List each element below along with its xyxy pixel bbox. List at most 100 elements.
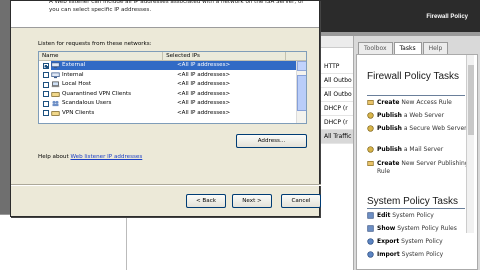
task-create-access-rule[interactable]: Create New Access Rule [367, 99, 471, 107]
network-name: Scandalous Users [62, 100, 112, 107]
networks-list-scrollbar-thumb[interactable] [297, 75, 306, 111]
task-verb: Publish [377, 112, 402, 119]
console-header: Firewall Policy [318, 0, 480, 36]
networks-list[interactable]: Name Selected IPs External <All IP addre… [38, 51, 307, 124]
wizard-header: A Web listener can include all IP addres… [11, 0, 319, 28]
export-icon [367, 238, 374, 245]
rules-column-header[interactable] [318, 36, 353, 48]
task-label: System Policy [401, 238, 443, 245]
help-link[interactable]: Web listener IP addresses [70, 154, 142, 160]
network-checkbox[interactable] [43, 72, 49, 79]
networks-list-label: Listen for requests from these networks: [38, 41, 152, 47]
task-label: System Policy Rules [397, 225, 457, 232]
task-publish-mail-server[interactable]: Publish a Mail Server [367, 146, 471, 154]
network-ips: <All IP addresses> [177, 81, 231, 88]
network-name: VPN Clients [62, 109, 95, 116]
network-name: External [62, 62, 86, 69]
task-import-system-policy[interactable]: Import System Policy [367, 251, 471, 259]
rule-row[interactable]: All Outbo [318, 88, 353, 102]
network-row-external[interactable]: External <All IP addresses> [39, 61, 306, 71]
network-ips: <All IP addresses> [177, 71, 231, 78]
task-export-system-policy[interactable]: Export System Policy [367, 238, 471, 246]
rule-icon [367, 161, 374, 166]
console-details-pane [126, 214, 318, 270]
tab-toolbox[interactable]: Toolbox [358, 42, 393, 54]
tasks-panel: Firewall Policy Tasks Create New Access … [356, 54, 478, 270]
column-header-blank [286, 52, 306, 60]
back-button[interactable]: < Back [186, 194, 226, 208]
task-label: a Mail Server [403, 146, 444, 153]
server-icon [367, 125, 374, 132]
network-row-local-host[interactable]: Local Host <All IP addresses> [39, 80, 306, 90]
network-row-vpn-clients[interactable]: VPN Clients <All IP addresses> [39, 109, 306, 119]
task-publish-secure-web-server[interactable]: Publish a Secure Web Server [367, 125, 471, 133]
users-icon [52, 101, 59, 107]
task-publish-web-server[interactable]: Publish a Web Server [367, 112, 471, 120]
task-label: New Access Rule [401, 99, 452, 106]
network-name: Internal [62, 71, 84, 78]
next-button[interactable]: Next > [232, 194, 272, 208]
show-icon [367, 225, 374, 232]
firewall-tasks-title: Firewall Policy Tasks [367, 71, 460, 82]
dialog-separator [11, 184, 321, 186]
rule-row[interactable]: All Traffic [318, 130, 353, 144]
network-ips: <All IP addresses> [177, 109, 231, 116]
task-verb: Publish [377, 125, 402, 132]
tasks-scrollbar[interactable] [466, 55, 474, 233]
task-verb: Show [377, 225, 396, 232]
import-icon [367, 251, 374, 258]
task-verb: Create [377, 160, 400, 167]
task-label: a Web Server [403, 112, 445, 119]
task-edit-system-policy[interactable]: Edit System Policy [367, 212, 471, 220]
wizard-description: A Web listener can include all IP addres… [49, 0, 304, 13]
network-name: Quarantined VPN Clients [62, 90, 131, 97]
rule-row[interactable]: DHCP (r [318, 116, 353, 130]
network-checkbox[interactable] [43, 100, 49, 107]
network-row-quarantined-vpn[interactable]: Quarantined VPN Clients <All IP addresse… [39, 90, 306, 100]
network-ips: <All IP addresses> [177, 62, 231, 69]
web-listener-wizard-dialog: A Web listener can include all IP addres… [10, 0, 321, 217]
console-tree-pane [0, 214, 126, 270]
networks-list-header: Name Selected IPs [39, 52, 306, 61]
network-checkbox[interactable] [43, 81, 49, 88]
rule-icon [367, 100, 374, 105]
task-verb: Export [377, 238, 400, 245]
task-create-server-publishing-rule[interactable]: Create New Server Publishing Rule [367, 160, 471, 176]
tab-help[interactable]: Help [422, 42, 449, 54]
cancel-button[interactable]: Cancel [281, 194, 321, 208]
scroll-up-arrow-icon[interactable] [297, 61, 306, 71]
column-header-selected-ips[interactable]: Selected IPs [163, 52, 287, 60]
task-show-system-policy-rules[interactable]: Show System Policy Rules [367, 225, 471, 233]
network-checkbox[interactable] [43, 62, 49, 69]
tasks-scrollbar-thumb[interactable] [468, 65, 474, 135]
task-label: System Policy [401, 251, 444, 258]
network-icon [51, 72, 60, 78]
network-row-scandalous-users[interactable]: Scandalous Users <All IP addresses> [39, 99, 306, 109]
task-verb: Edit [377, 212, 391, 219]
task-verb: Publish [377, 146, 402, 153]
network-ips: <All IP addresses> [177, 100, 231, 107]
network-checkbox[interactable] [43, 110, 49, 117]
column-header-name[interactable]: Name [39, 52, 164, 60]
console-header-title: Firewall Policy [426, 14, 468, 20]
rule-row[interactable]: All Outbo [318, 74, 353, 88]
network-icon [51, 62, 60, 69]
task-label: a Secure Web Server [403, 125, 467, 132]
network-ips: <All IP addresses> [177, 90, 231, 97]
rule-row[interactable]: HTTP [318, 60, 353, 74]
system-tasks-title: System Policy Tasks [367, 196, 458, 207]
server-icon [367, 112, 374, 119]
section-divider [367, 95, 465, 96]
rule-row[interactable]: DHCP (r [318, 102, 353, 116]
address-button[interactable]: Address... [236, 134, 307, 148]
task-pane: Toolbox Tasks Help Firewall Policy Tasks… [354, 36, 480, 270]
network-checkbox[interactable] [43, 91, 49, 98]
network-row-internal[interactable]: Internal <All IP addresses> [39, 71, 306, 81]
rules-spacer [318, 48, 353, 60]
computer-icon [51, 81, 60, 88]
networks-list-scrollbar[interactable] [296, 61, 306, 123]
tab-tasks[interactable]: Tasks [393, 42, 422, 54]
rules-list[interactable]: HTTP All Outbo All Outbo DHCP (r DHCP (r… [318, 36, 354, 270]
help-line: Help about Web listener IP addresses [38, 154, 142, 160]
network-name: Local Host [62, 81, 92, 88]
